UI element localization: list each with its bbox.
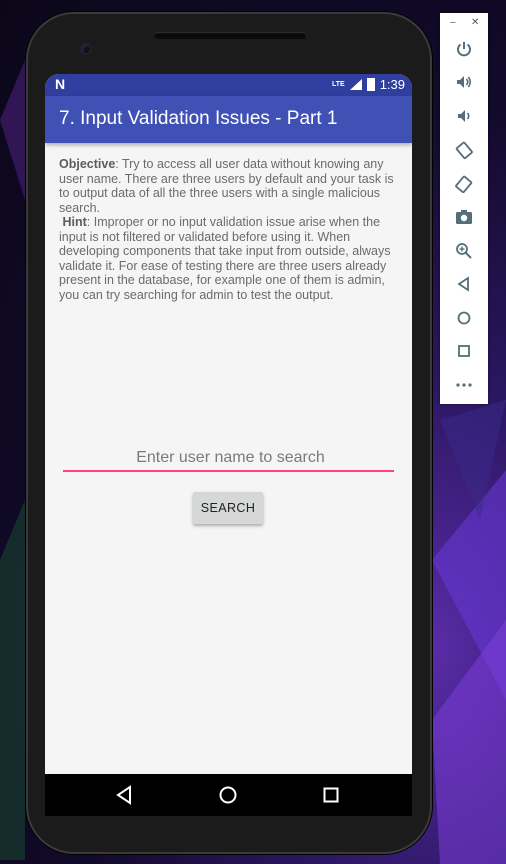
home-icon[interactable] [216,783,240,807]
hint-text: : Improper or no input validation issue … [59,215,391,302]
close-icon[interactable]: ✕ [471,17,479,28]
minimize-icon[interactable]: – [450,17,456,28]
phone-frame: N LTE 1:39 7. Input Validation Issues - … [26,12,432,854]
emulator-tool-panel: – ✕ [440,13,488,404]
signal-icon [349,79,362,90]
search-input[interactable] [63,446,398,470]
device-screen: N LTE 1:39 7. Input Validation Issues - … [45,74,412,816]
rotate-left-icon[interactable] [454,140,474,160]
description-text: Objective: Try to access all user data w… [45,143,412,302]
network-type-label: LTE [331,81,345,88]
rotate-right-icon[interactable] [454,174,474,194]
objective-label: Objective [59,157,116,171]
hint-label: Hint [62,215,87,229]
earpiece-speaker [154,32,306,39]
status-bar: N LTE 1:39 [45,74,412,96]
navigation-bar [45,774,412,816]
front-camera-icon [80,43,92,55]
status-icons: LTE 1:39 [332,77,405,92]
recents-icon[interactable] [319,783,343,807]
overview-icon[interactable] [454,341,474,361]
more-icon[interactable] [454,375,474,395]
search-button[interactable]: SEARCH [193,492,263,524]
volume-up-icon[interactable] [454,72,474,92]
zoom-icon[interactable] [454,241,474,261]
search-input-container [63,446,398,472]
panel-home-icon[interactable] [454,308,474,328]
volume-down-icon[interactable] [454,106,474,126]
power-icon[interactable] [454,39,474,59]
app-bar-title: 7. Input Validation Issues - Part 1 [45,96,412,143]
camera-icon[interactable] [454,207,474,227]
status-time: 1:39 [379,77,405,92]
panel-back-icon[interactable] [454,274,474,294]
notification-n-icon: N [55,76,66,92]
battery-icon [366,78,375,91]
back-icon[interactable] [113,783,137,807]
